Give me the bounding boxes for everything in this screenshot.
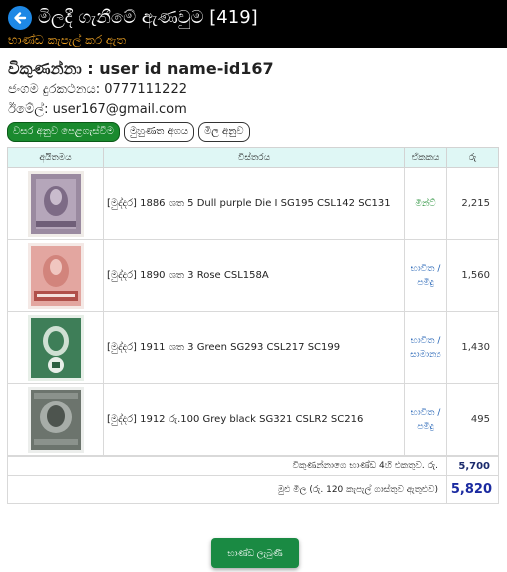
table-row: [මුද්දර] 1912 රු.100 Grey black SG321 CS… [7, 383, 499, 456]
item-description: [මුද්දර] 1890 ශත 3 Rose CSL158A [103, 239, 405, 312]
item-image-cell [7, 167, 104, 240]
seller-info: විකුණන්නා : user id name-id167 ජංගම දුරක… [8, 58, 498, 120]
stamp-image[interactable] [27, 242, 84, 309]
item-price: 1,560 [446, 239, 499, 312]
tab-sort-by-year[interactable]: වසර අනුව පෙළගැස්වීම [7, 122, 120, 142]
tab-sort-by-face-value[interactable]: මුහුණත අගය [123, 122, 195, 142]
stamp-image[interactable] [27, 170, 84, 237]
totals-table: විකුණන්නාගෙ භාණ්ඩ 4හි එකතුව. රු. 5,700 ම… [7, 456, 499, 504]
seller-phone: ජංගම දුරකථනය: 0777111222 [8, 82, 187, 97]
status-subtitle: භාණ්ඩ කැපැල් කර ඇත [8, 33, 127, 47]
item-price: 1,430 [446, 311, 499, 384]
table-row: [මුද්දර] 1911 ශත 3 Green SG293 CSL217 SC… [7, 311, 499, 384]
table-row: [මුද්දර] 1890 ශත 3 Rose CSL158A භාවිත / … [7, 239, 499, 312]
item-unit: භාවිත / සාමාන්‍ය [404, 311, 447, 384]
item-image-cell [7, 311, 104, 384]
subtotal-value: 5,700 [446, 456, 499, 476]
stamp-image[interactable] [27, 386, 84, 453]
column-header-price: රු [446, 147, 499, 168]
page-title: මිලදී ගැනීමේ ඇණවුම [419] [38, 7, 258, 28]
item-description: [මුද්දර] 1911 ශත 3 Green SG293 CSL217 SC… [103, 311, 405, 384]
stamp-image[interactable] [27, 314, 84, 381]
grand-total-label: මුළු මිල (රු. 120 කැපැල් ගාස්තුව ඇතුළුව) [7, 475, 447, 504]
item-unit: මින්ට් [404, 167, 447, 240]
item-unit: භාවිත / පමිදු [404, 383, 447, 456]
item-description: [මුද්දර] 1912 රු.100 Grey black SG321 CS… [103, 383, 405, 456]
column-header-unit: ඒකකය [404, 147, 447, 168]
subtotal-label: විකුණන්නාගෙ භාණ්ඩ 4හි එකතුව. රු. [7, 456, 447, 476]
item-description: [මුද්දර] 1886 ශත 5 Dull purple Die I SG1… [103, 167, 405, 240]
seller-email: ඊමේල්: user167@gmail.com [8, 102, 187, 117]
tab-sort-by-price[interactable]: මිල අනුව [198, 122, 250, 142]
goods-received-button[interactable]: භාණ්ඩ ලැබුණි [211, 538, 299, 568]
item-unit: භාවිත / පමිදු [404, 239, 447, 312]
grand-total-value: 5,820 [446, 475, 499, 504]
grand-total-row: මුළු මිල (රු. 120 කැපැල් ගාස්තුව ඇතුළුව)… [7, 475, 499, 504]
table-row: [මුද්දර] 1886 ශත 5 Dull purple Die I SG1… [7, 167, 499, 240]
sort-tabs: වසර අනුව පෙළගැස්වීම මුහුණත අගය මිල අනුව [7, 122, 250, 142]
seller-name: විකුණන්නා : user id name-id167 [8, 59, 274, 78]
column-header-description: විස්තරය [103, 147, 405, 168]
item-image-cell [7, 239, 104, 312]
item-image-cell [7, 383, 104, 456]
back-arrow-icon[interactable] [8, 6, 32, 30]
item-price: 2,215 [446, 167, 499, 240]
top-bar: මිලදී ගැනීමේ ඇණවුම [419] භාණ්ඩ කැපැල් කර… [0, 0, 507, 48]
column-header-item: අයිතමය [7, 147, 104, 168]
subtotal-row: විකුණන්නාගෙ භාණ්ඩ 4හි එකතුව. රු. 5,700 [7, 456, 499, 476]
items-table: අයිතමය විස්තරය ඒකකය රු [මුද්දර] 1886 ශත … [7, 147, 499, 456]
table-header-row: අයිතමය විස්තරය ඒකකය රු [7, 147, 499, 168]
item-price: 495 [446, 383, 499, 456]
